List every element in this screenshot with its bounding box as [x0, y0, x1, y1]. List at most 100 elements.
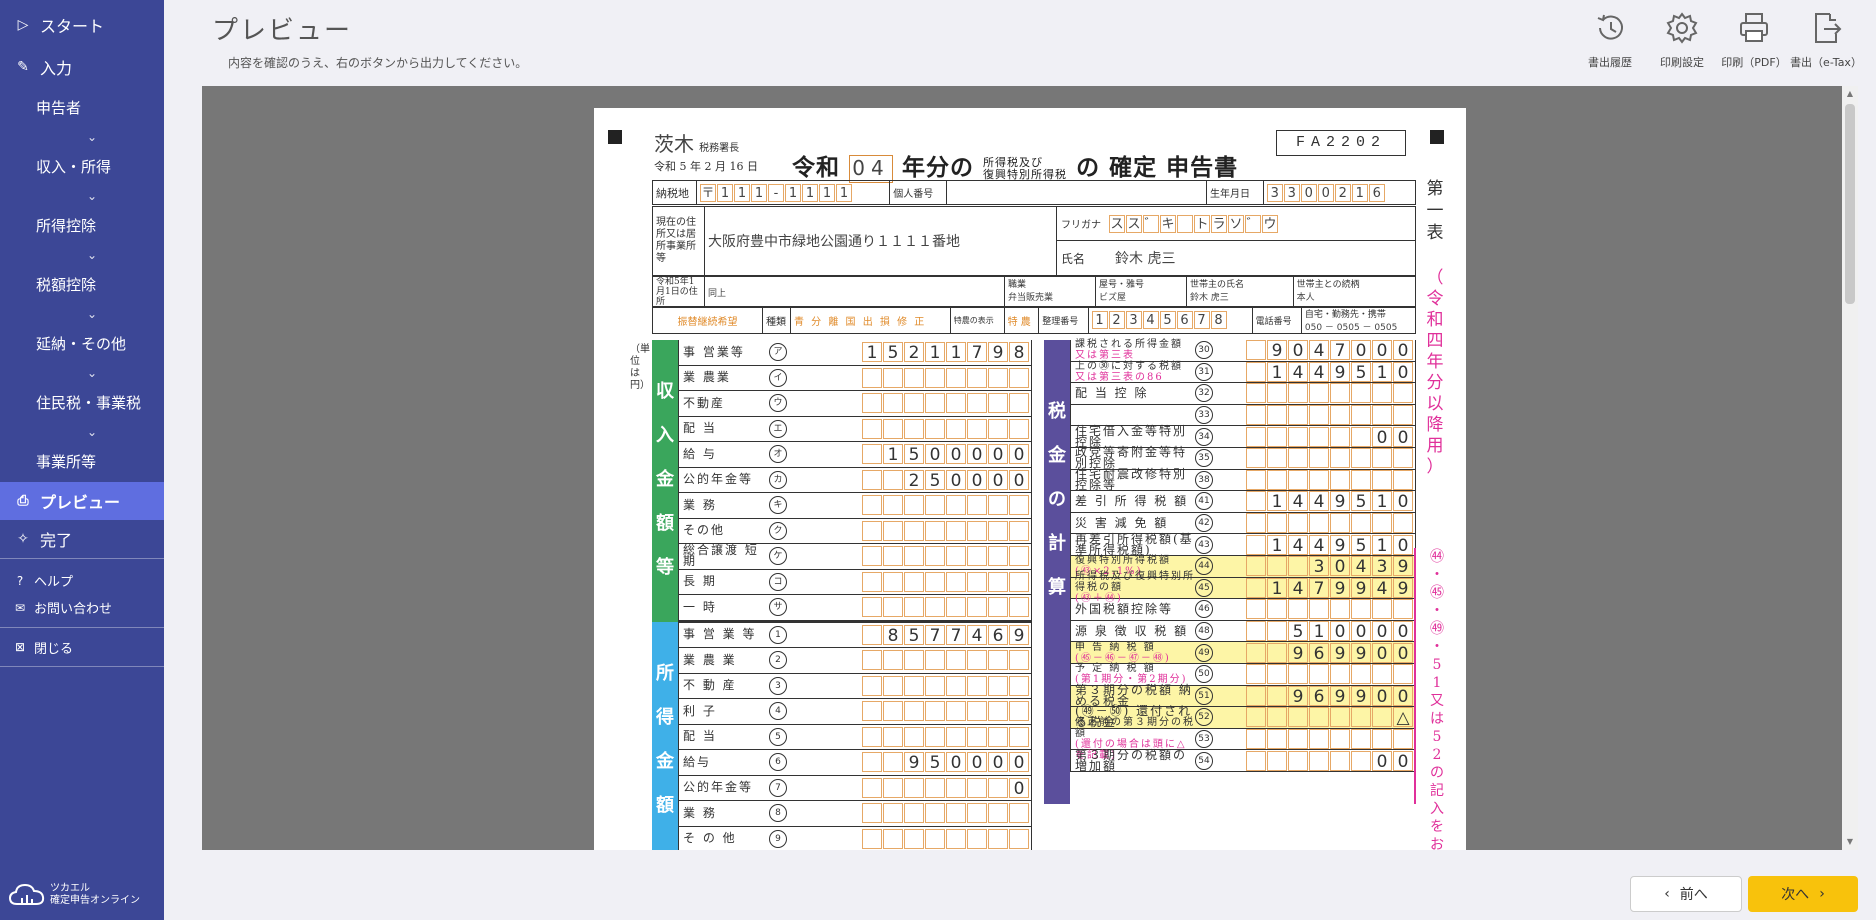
brand-line2: 確定申告オンライン	[50, 895, 140, 906]
digit-cell	[925, 418, 945, 439]
nav-item-deferral[interactable]: 延納・その他	[0, 328, 164, 358]
print-settings-label: 印刷設定	[1660, 56, 1704, 69]
nav-item-deductions[interactable]: 所得控除	[0, 210, 164, 240]
digit-cell: 0	[946, 469, 966, 491]
vertical-scrollbar[interactable]: ▲ ▼	[1842, 86, 1858, 850]
digit-cell: 2	[904, 469, 924, 491]
digit-cell	[967, 546, 987, 567]
digit-cell	[1288, 664, 1308, 685]
vertical-char: 収	[656, 381, 674, 402]
label-jan1-address: 令和5年1月1日の住所	[652, 276, 705, 308]
nav-item-label: 申告者	[36, 98, 82, 117]
row-number: 35	[1195, 449, 1213, 468]
digit-cell	[883, 469, 903, 490]
digit-cell	[1267, 707, 1287, 728]
digit-cell: ウ	[1262, 214, 1278, 233]
digit-cell	[1267, 383, 1287, 404]
digit-cell	[1246, 405, 1266, 426]
digit-cell	[967, 597, 987, 618]
page-subtitle: 内容を確認のうえ、右のボタンから出力してください。	[228, 56, 528, 70]
amount-cells: 250000	[861, 469, 1031, 491]
row-number: サ	[769, 598, 787, 617]
nav-item-label: 住民税・事業税	[36, 393, 142, 412]
nav-item-tax-credits[interactable]: 税額控除	[0, 269, 164, 299]
row-number: 3	[769, 676, 787, 695]
digit-cell: 7	[1330, 340, 1350, 361]
digit-cell	[1330, 383, 1350, 404]
scroll-down-icon[interactable]: ▼	[1842, 834, 1858, 850]
prev-button[interactable]: ‹ 前へ	[1630, 876, 1742, 912]
digit-cell	[988, 571, 1008, 592]
amount-cells: 510000	[1245, 621, 1415, 642]
next-label: 次へ	[1781, 887, 1810, 903]
history-button[interactable]: 書出履歴	[1576, 10, 1644, 70]
nav-item-offices[interactable]: 事業所等	[0, 446, 164, 476]
preview-area[interactable]: FA2202 茨木 税務署長 令和 5 年 2 月 16 日 令和 04 年分の…	[202, 86, 1858, 850]
form-row: 業 農業 イ	[679, 366, 1031, 391]
amount-cells	[861, 675, 1031, 696]
digit-cell: 4	[1288, 577, 1308, 599]
digit-cell	[1393, 469, 1413, 490]
form-row: 外国税額控除等 46	[1071, 599, 1415, 621]
amount-cells	[1245, 383, 1415, 404]
digit-cell	[1309, 405, 1329, 426]
nav-contact[interactable]: ✉ お問い合わせ	[0, 594, 164, 621]
digit-cell: 9	[1330, 534, 1350, 556]
nav-help[interactable]: ? ヘルプ	[0, 567, 164, 594]
scroll-up-icon[interactable]: ▲	[1842, 86, 1858, 102]
nav-close[interactable]: ⊠ 閉じる	[0, 628, 164, 666]
digit-cell	[1246, 728, 1266, 749]
next-button[interactable]: 次へ ›	[1748, 876, 1858, 912]
digit-cell	[1351, 426, 1371, 447]
unit-label: （単位は円）	[630, 344, 650, 391]
nav-preview[interactable]: ⎙ プレビュー	[0, 482, 164, 520]
print-settings-button[interactable]: 印刷設定	[1648, 10, 1716, 70]
row-label: 課税される所得金額 又は第三表	[1075, 339, 1183, 362]
close-box-icon: ⊠	[14, 640, 26, 654]
vertical-char: ㊹	[1430, 549, 1444, 565]
digit-cell: 0	[1009, 469, 1029, 491]
etax-export-button[interactable]: 書出（e-Tax）	[1790, 10, 1862, 70]
occupation-table: 令和5年1月1日の住所 同上 職業 弁当販売業 屋号・雅号 ビズ屋 世帯主の氏名 鈴木…	[652, 276, 1417, 308]
nav-item-label: 収入・所得	[36, 157, 112, 176]
digit-cell	[1330, 728, 1350, 749]
row-number: 5	[769, 727, 787, 746]
digit-cell: 1	[1351, 183, 1368, 202]
nav-item-resident-tax[interactable]: 住民税・事業税	[0, 387, 164, 417]
history-icon	[1597, 14, 1623, 40]
digit-cell	[904, 675, 924, 696]
amount-cells: 8577469	[861, 624, 1031, 646]
digit-cell: 8	[1009, 342, 1029, 363]
digit-cell: 1	[1267, 361, 1287, 383]
nav-item-income[interactable]: 収入・所得	[0, 151, 164, 181]
row-number: オ	[769, 445, 787, 464]
registration-mark	[1430, 130, 1444, 144]
nav-item-label: 所得控除	[36, 216, 97, 235]
nav-item-filer[interactable]: 申告者	[0, 92, 164, 122]
digit-cell: 5	[1159, 311, 1176, 329]
nav-start[interactable]: ▷ スタート	[0, 0, 164, 50]
scroll-thumb[interactable]	[1845, 104, 1855, 304]
digit-cell	[988, 367, 1008, 388]
digit-cell	[904, 803, 924, 824]
digit-cell	[1351, 707, 1371, 728]
jan1-address: 同上	[704, 276, 1005, 308]
amount-cells	[1245, 448, 1415, 469]
digit-cell: 1	[785, 183, 801, 202]
digit-cell	[1288, 599, 1308, 620]
nav-complete[interactable]: ✧ 完了	[0, 520, 164, 558]
row-label: そ の 他	[683, 831, 737, 846]
digit-cell: 9	[1288, 685, 1308, 707]
row-number: ケ	[769, 547, 787, 566]
digit-cell	[988, 495, 1008, 516]
amount-cells	[861, 803, 1031, 824]
digit-cell	[904, 597, 924, 618]
digit-cell: 1	[1372, 491, 1392, 512]
digit-cell	[904, 726, 924, 747]
amount-cells	[1245, 405, 1415, 426]
digit-cell: ゛	[1143, 214, 1159, 233]
print-pdf-button[interactable]: 印刷（PDF）	[1720, 10, 1788, 70]
nav-input[interactable]: ✎ 入力	[0, 50, 164, 84]
digit-cell	[862, 571, 882, 592]
digit-cell: 0	[967, 444, 987, 465]
